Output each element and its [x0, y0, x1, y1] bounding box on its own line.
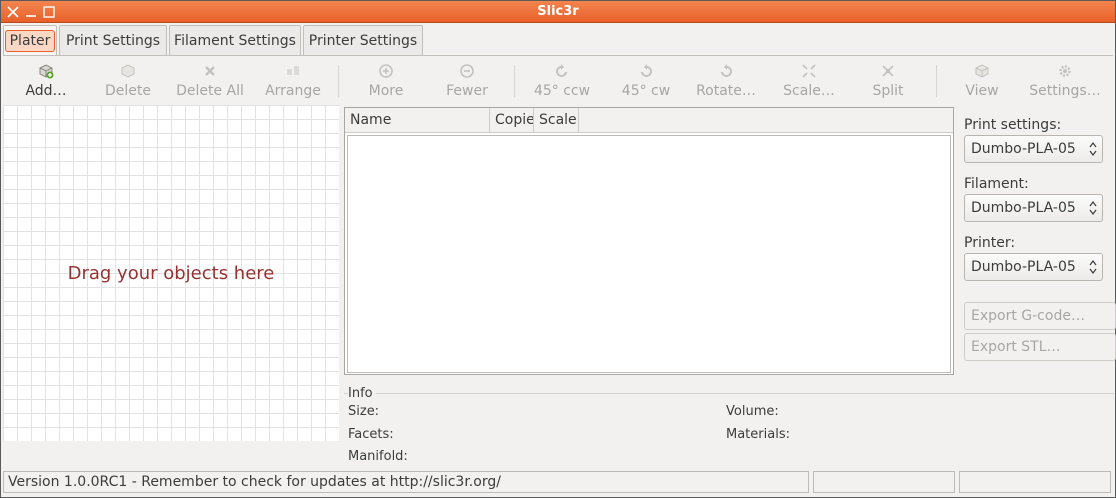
info-size-label: Size:	[348, 404, 380, 419]
export-gcode-button[interactable]: Export G-code…	[964, 302, 1116, 330]
arrange-button[interactable]: Arrange	[261, 61, 325, 99]
more-label: More	[368, 83, 404, 99]
arrange-label: Arrange	[265, 83, 321, 99]
title-bar: Slic3r	[1, 1, 1115, 23]
print-settings-value: Dumbo-PLA-05	[971, 141, 1076, 157]
split-label: Split	[872, 83, 904, 99]
arrange-icon	[261, 61, 325, 81]
info-volume-label: Volume:	[726, 404, 779, 419]
settings-label: Settings…	[1029, 83, 1101, 99]
list-header: Name Copie Scale	[345, 108, 953, 133]
window-title: Slic3r	[537, 4, 579, 19]
app-window: Slic3r Plater Print Settings Filament Se…	[0, 0, 1116, 498]
tab-printer-settings[interactable]: Printer Settings	[303, 25, 423, 55]
minus-icon	[439, 61, 495, 81]
rotate-label: Rotate…	[696, 83, 756, 99]
rotate-button[interactable]: Rotate…	[691, 61, 761, 99]
info-title: Info	[348, 386, 376, 401]
filament-value: Dumbo-PLA-05	[971, 200, 1076, 216]
printer-label: Printer:	[964, 235, 1016, 251]
rotate-cw-label: 45° cw	[621, 83, 671, 99]
delete-icon	[99, 61, 157, 81]
status-bar: Version 1.0.0RC1 - Remember to check for…	[3, 471, 1113, 495]
gear-icon	[1027, 61, 1103, 81]
toolbar-separator	[338, 65, 339, 97]
list-body[interactable]	[347, 135, 951, 373]
tab-plater[interactable]: Plater	[3, 25, 57, 55]
info-manifold-label: Manifold:	[348, 449, 408, 464]
plater-canvas[interactable]: Drag your objects here	[3, 105, 339, 441]
add-icon	[17, 61, 75, 81]
add-label: Add…	[25, 83, 67, 99]
tab-print-settings[interactable]: Print Settings	[59, 25, 167, 55]
spinner-icon	[1089, 142, 1097, 156]
printer-select[interactable]: Dumbo-PLA-05	[964, 253, 1103, 281]
more-button[interactable]: More	[359, 61, 413, 99]
filament-label: Filament:	[964, 176, 1029, 192]
delete-all-icon	[173, 61, 247, 81]
info-facets-label: Facets:	[348, 427, 394, 442]
toolbar-separator	[936, 65, 937, 97]
status-cell	[813, 471, 955, 493]
print-settings-select[interactable]: Dumbo-PLA-05	[964, 135, 1103, 163]
scale-label: Scale…	[783, 83, 835, 99]
rotate-ccw-button[interactable]: 45° ccw	[531, 61, 593, 99]
scale-button[interactable]: Scale…	[779, 61, 839, 99]
scale-icon	[779, 61, 839, 81]
split-button[interactable]: Split	[865, 61, 911, 99]
spinner-icon	[1089, 201, 1097, 215]
printer-value: Dumbo-PLA-05	[971, 259, 1076, 275]
filament-select[interactable]: Dumbo-PLA-05	[964, 194, 1103, 222]
status-cell	[959, 471, 1111, 493]
toolbar: Add… Delete Delete All Arrange More Fewe…	[3, 57, 1113, 103]
settings-button[interactable]: Settings…	[1027, 61, 1103, 99]
delete-all-button[interactable]: Delete All	[173, 61, 247, 99]
rotate-cw-icon	[617, 61, 675, 81]
fewer-button[interactable]: Fewer	[439, 61, 495, 99]
view-label: View	[965, 83, 999, 99]
tab-filament-settings[interactable]: Filament Settings	[169, 25, 301, 55]
add-button[interactable]: Add…	[17, 61, 75, 99]
info-materials-label: Materials:	[726, 427, 790, 442]
column-header-name[interactable]: Name	[345, 108, 490, 133]
fewer-label: Fewer	[446, 83, 488, 99]
rotate-ccw-icon	[531, 61, 593, 81]
export-stl-button[interactable]: Export STL…	[964, 333, 1116, 361]
print-settings-label: Print settings:	[964, 117, 1062, 133]
object-list[interactable]: Name Copie Scale	[344, 107, 954, 375]
delete-label: Delete	[105, 83, 151, 99]
rotate-ccw-label: 45° ccw	[533, 83, 591, 99]
plus-icon	[359, 61, 413, 81]
delete-all-label: Delete All	[176, 83, 244, 99]
cube-icon	[959, 61, 1005, 81]
toolbar-separator	[514, 65, 515, 97]
view-button[interactable]: View	[959, 61, 1005, 99]
rotate-icon	[691, 61, 761, 81]
rotate-cw-button[interactable]: 45° cw	[617, 61, 675, 99]
status-text: Version 1.0.0RC1 - Remember to check for…	[8, 474, 501, 490]
status-cell: Version 1.0.0RC1 - Remember to check for…	[3, 471, 809, 493]
spinner-icon	[1089, 260, 1097, 274]
column-header-scale[interactable]: Scale	[534, 108, 579, 133]
drag-hint: Drag your objects here	[67, 263, 275, 284]
column-header-copies[interactable]: Copie	[490, 108, 534, 133]
tab-plater-label: Plater	[4, 30, 56, 52]
delete-button[interactable]: Delete	[99, 61, 157, 99]
split-icon	[865, 61, 911, 81]
